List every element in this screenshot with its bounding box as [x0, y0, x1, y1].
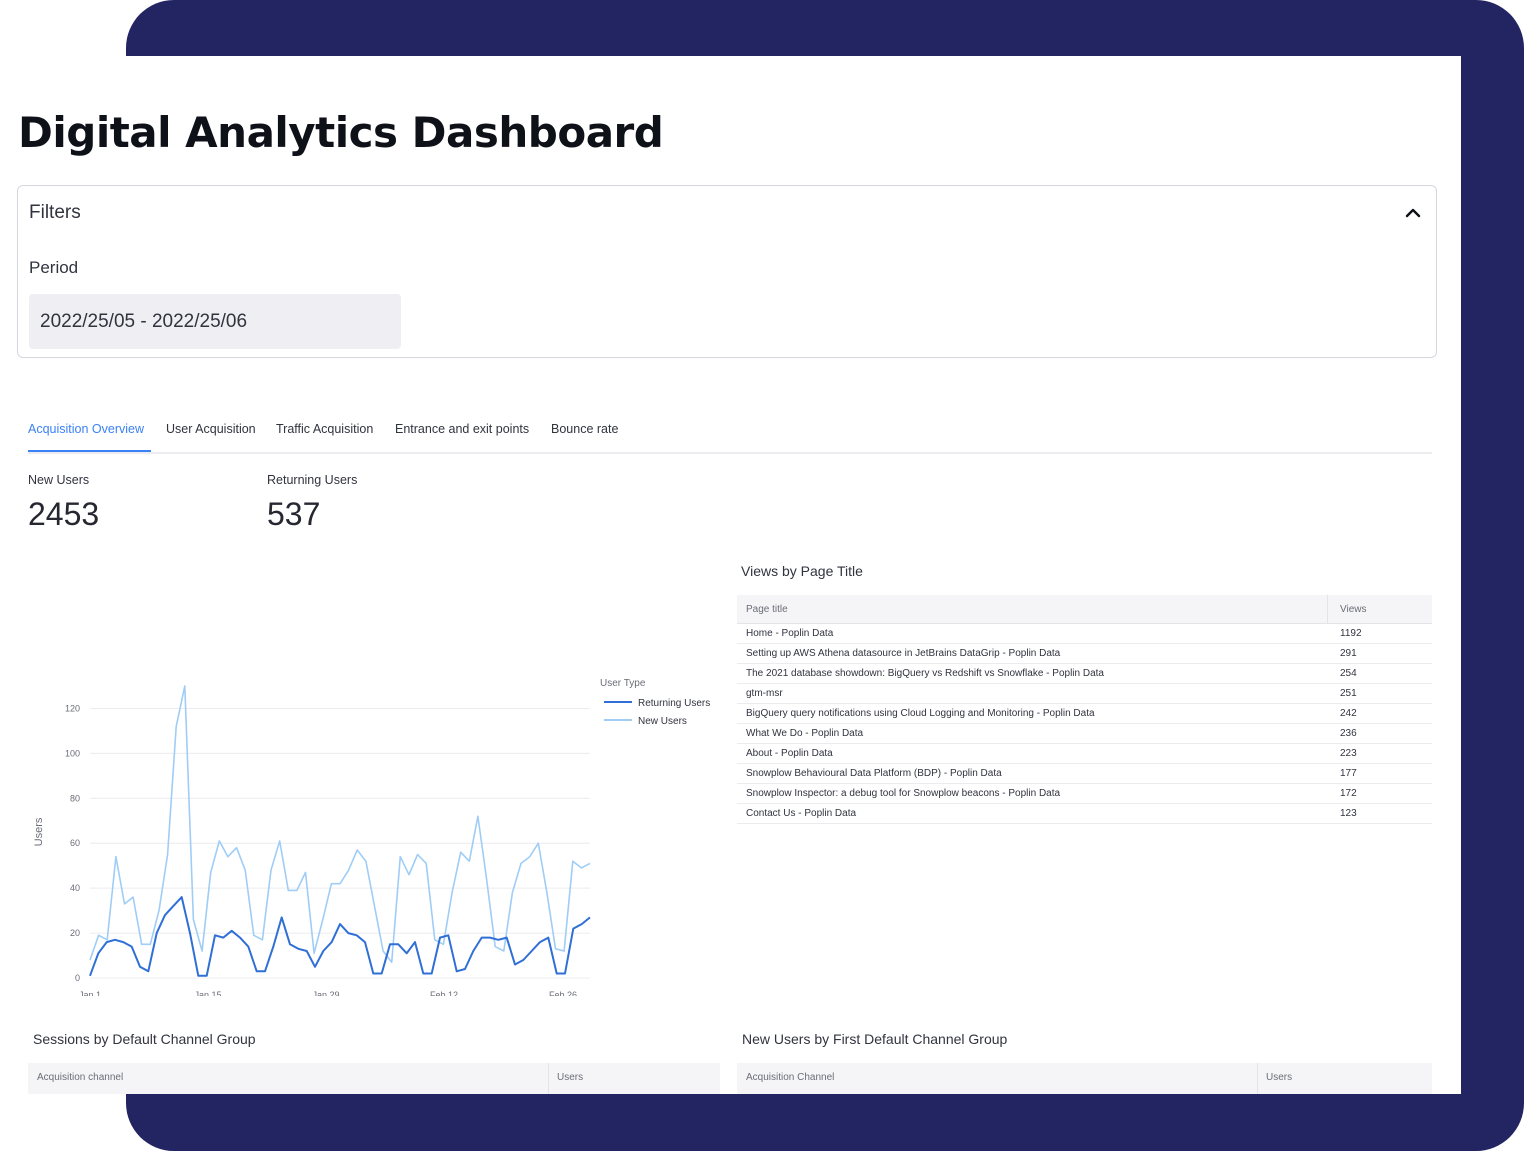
- tab-bounce-rate[interactable]: Bounce rate: [551, 422, 618, 436]
- chevron-up-icon[interactable]: [1404, 204, 1422, 222]
- dashboard-panel: Digital Analytics Dashboard Filters Peri…: [0, 56, 1461, 1094]
- page-title-cell: Contact Us - Poplin Data: [746, 808, 857, 819]
- table-row: BigQuery query notifications using Cloud…: [737, 704, 1432, 724]
- views-cell: 254: [1340, 668, 1357, 679]
- table-row: About - Poplin Data 223: [737, 744, 1432, 764]
- views-cell: 223: [1340, 748, 1357, 759]
- new-users-label: New Users: [28, 473, 90, 487]
- y-axis-label: Users: [33, 817, 45, 846]
- column-divider: [548, 1063, 549, 1094]
- filters-title: Filters: [29, 202, 81, 223]
- column-header-views: Views: [1340, 604, 1367, 615]
- y-tick-label: 60: [70, 838, 80, 848]
- page-title: Digital Analytics Dashboard: [18, 108, 664, 157]
- users-line-chart: 0 20 40 60 80 100 120 Jan 1 Jan 15 Jan 29 Feb 12 Fe…: [33, 678, 710, 996]
- views-cell: 172: [1340, 788, 1357, 799]
- column-header-users: Users: [1266, 1072, 1293, 1083]
- active-tab-indicator: [28, 450, 151, 452]
- table-row: Setting up AWS Athena datasource in JetB…: [737, 644, 1432, 664]
- page-title-cell: What We Do - Poplin Data: [746, 728, 864, 739]
- new-users-table-title: New Users by First Default Channel Group: [742, 1031, 1008, 1047]
- column-header-acquisition-channel: Acquisition Channel: [746, 1072, 835, 1083]
- legend-entry: New Users: [638, 716, 687, 727]
- views-cell: 251: [1340, 688, 1357, 699]
- y-tick-label: 100: [65, 748, 80, 758]
- views-cell: 123: [1340, 808, 1357, 819]
- table-row: Contact Us - Poplin Data 123: [737, 804, 1432, 824]
- column-divider: [1327, 595, 1328, 623]
- views-table: Page title Views Home - Poplin Data 1192 S…: [737, 595, 1432, 824]
- x-tick-label: Feb 12: [430, 990, 458, 996]
- tab-bar: Acquisition Overview User Acquisition Tr…: [28, 422, 1432, 454]
- page-title-cell: BigQuery query notifications using Cloud…: [746, 708, 1095, 719]
- page-title-cell: Snowplow Behavioural Data Platform (BDP)…: [746, 768, 1002, 779]
- sessions-table-title: Sessions by Default Channel Group: [33, 1031, 256, 1047]
- y-tick-label: 120: [65, 703, 80, 713]
- period-date-input[interactable]: 2022/25/05 - 2022/25/06: [29, 294, 401, 349]
- returning-users-label: Returning Users: [267, 473, 358, 487]
- new-users-table-header: Acquisition Channel Users: [737, 1063, 1432, 1094]
- views-table-title: Views by Page Title: [741, 563, 863, 579]
- tab-acquisition-overview[interactable]: Acquisition Overview: [28, 422, 144, 436]
- period-label: Period: [29, 258, 79, 277]
- tab-user-acquisition[interactable]: User Acquisition: [166, 422, 256, 436]
- views-cell: 236: [1340, 728, 1357, 739]
- table-row: Snowplow Behavioural Data Platform (BDP)…: [737, 764, 1432, 784]
- x-tick-label: Jan 15: [194, 990, 221, 996]
- returning-users-value: 537: [267, 496, 321, 532]
- x-tick-label: Jan 29: [312, 990, 339, 996]
- page-title-cell: gtm-msr: [746, 688, 783, 699]
- table-header: Page title Views: [737, 595, 1432, 624]
- filters-expander[interactable]: Filters Period 2022/25/05 - 2022/25/06: [17, 185, 1437, 358]
- table-row: What We Do - Poplin Data 236: [737, 724, 1432, 744]
- table-row: Snowplow Inspector: a debug tool for Sno…: [737, 784, 1432, 804]
- y-tick-label: 20: [70, 928, 80, 938]
- page-title-cell: About - Poplin Data: [746, 748, 833, 759]
- x-tick-label: Jan 1: [79, 990, 101, 996]
- tab-traffic-acquisition[interactable]: Traffic Acquisition: [276, 422, 373, 436]
- table-row: The 2021 database showdown: BigQuery vs …: [737, 664, 1432, 684]
- table-body: Home - Poplin Data 1192 Setting up AWS Ath…: [737, 624, 1432, 824]
- new-users-line: [89, 685, 591, 964]
- legend-title: User Type: [600, 678, 646, 689]
- column-header-page-title: Page title: [746, 604, 788, 615]
- x-tick-label: Feb 26: [549, 990, 577, 996]
- table-row: Home - Poplin Data 1192: [737, 624, 1432, 644]
- views-cell: 1192: [1340, 628, 1362, 639]
- views-cell: 242: [1340, 708, 1357, 719]
- page-title-cell: The 2021 database showdown: BigQuery vs …: [746, 668, 1104, 679]
- sessions-table-header: Acquisition channel Users: [28, 1063, 720, 1094]
- page-title-cell: Setting up AWS Athena datasource in JetB…: [746, 648, 1061, 659]
- tab-entrance-exit-points[interactable]: Entrance and exit points: [395, 422, 529, 436]
- y-tick-label: 0: [75, 973, 80, 983]
- column-header-acquisition-channel: Acquisition channel: [37, 1072, 124, 1083]
- page-title-cell: Snowplow Inspector: a debug tool for Sno…: [746, 788, 1061, 799]
- page-title-cell: Home - Poplin Data: [746, 628, 834, 639]
- y-tick-label: 40: [70, 883, 80, 893]
- views-cell: 177: [1340, 768, 1357, 779]
- views-cell: 291: [1340, 648, 1357, 659]
- y-tick-label: 80: [70, 793, 80, 803]
- column-divider: [1257, 1063, 1258, 1094]
- table-row: gtm-msr 251: [737, 684, 1432, 704]
- column-header-users: Users: [557, 1072, 584, 1083]
- legend-entry: Returning Users: [638, 698, 710, 709]
- returning-users-line: [89, 896, 591, 977]
- new-users-value: 2453: [28, 496, 100, 532]
